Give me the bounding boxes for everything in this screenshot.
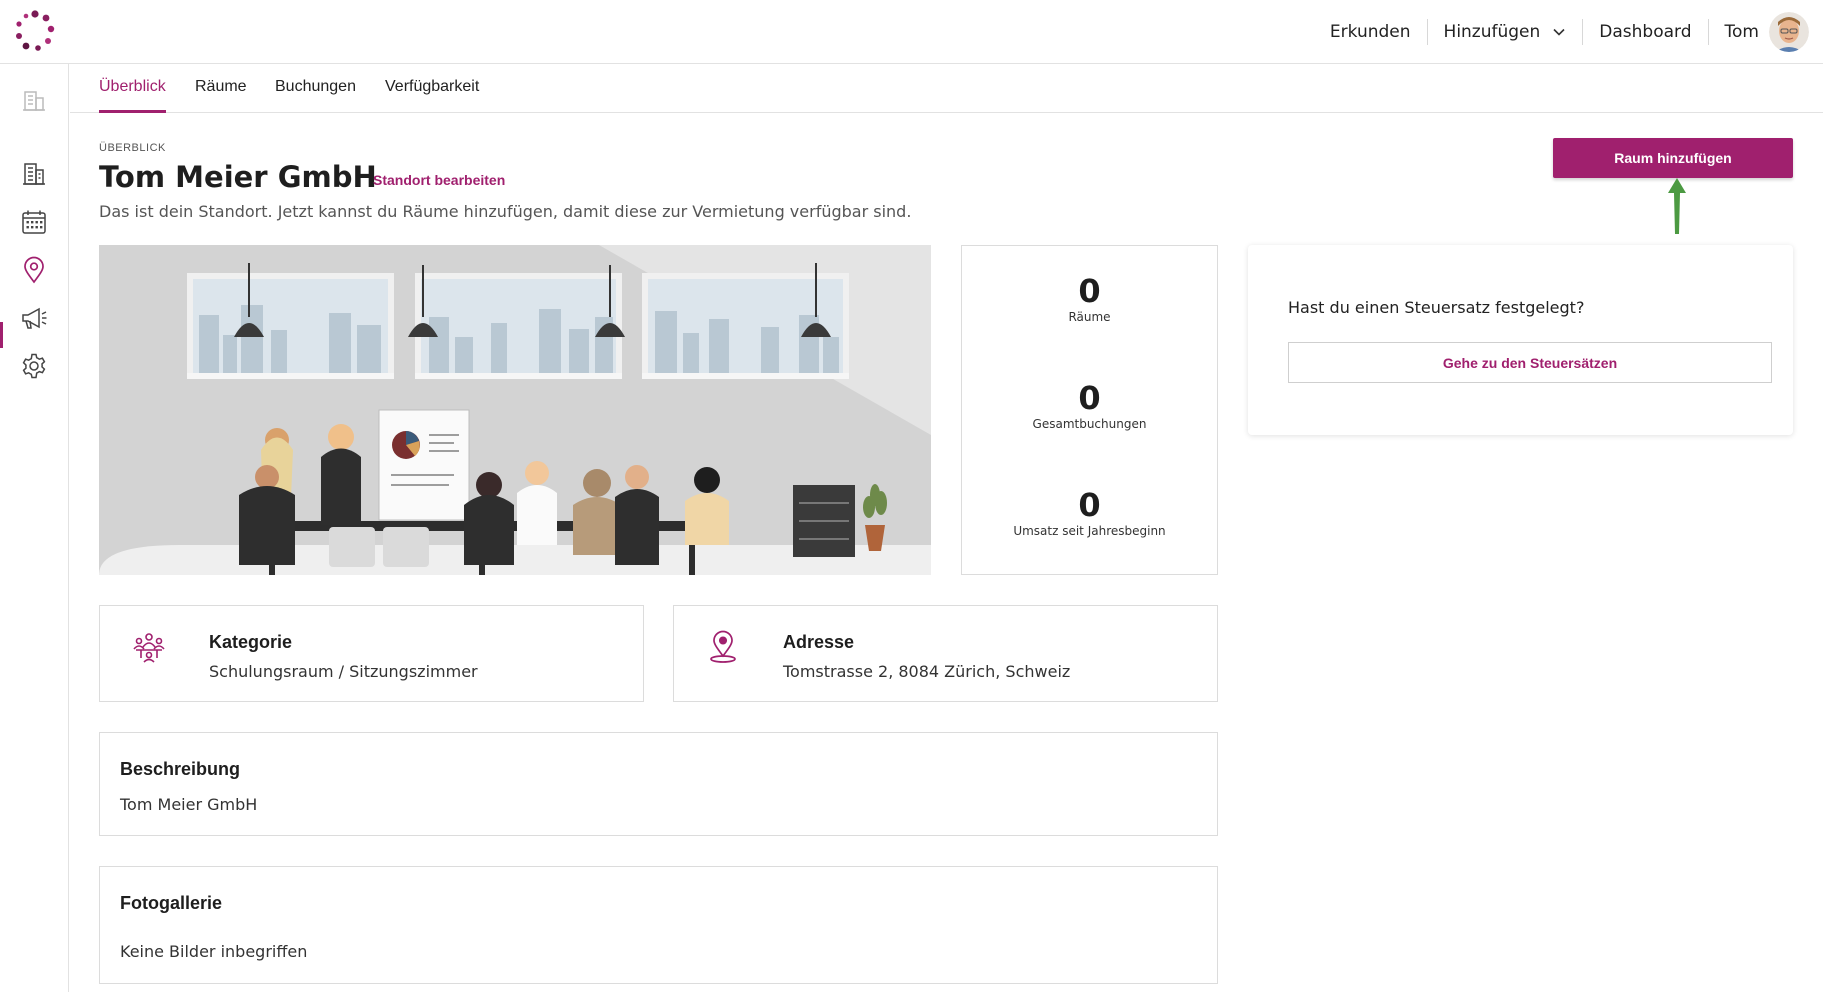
stat-label: Umsatz seit Jahresbeginn [1013,524,1166,538]
top-bar: Erkunden Hinzufügen Dashboard Tom [0,0,1823,64]
gallery-heading: Fotogallerie [120,893,223,913]
stat-rooms: 0 Räume [962,274,1217,324]
gear-icon[interactable] [20,352,48,380]
add-room-button[interactable]: Raum hinzufügen [1553,138,1793,178]
nav-add-dropdown[interactable]: Hinzufügen [1428,18,1584,45]
arrow-up-icon [1668,178,1686,234]
category-card: Kategorie Schulungsraum / Sitzungszimmer [99,605,644,702]
address-heading: Adresse [783,632,855,652]
meeting-people-icon [133,633,165,663]
stat-label: Gesamtbuchungen [1032,417,1147,431]
stats-panel: 0 Räume 0 Gesamtbuchungen 0 Umsatz seit … [961,245,1218,575]
sub-nav: Überblick Räume Buchungen Verfügbarkeit [70,64,1823,113]
stat-value: 0 [1078,272,1101,310]
tax-rate-card: Hast du einen Steuersatz festgelegt? Geh… [1248,245,1793,435]
address-card: Adresse Tomstrasse 2, 8084 Zürich, Schwe… [673,605,1218,702]
stat-revenue: 0 Umsatz seit Jahresbeginn [962,488,1217,538]
active-indicator [0,322,3,348]
nav-dashboard[interactable]: Dashboard [1583,18,1709,45]
sidebar [0,64,69,992]
tax-question: Hast du einen Steuersatz festgelegt? [1288,298,1585,317]
tab-bookings[interactable]: Buchungen [275,78,356,113]
tab-overview[interactable]: Überblick [99,78,166,113]
tab-rooms[interactable]: Räume [195,78,247,113]
page-subtitle: Das ist dein Standort. Jetzt kannst du R… [99,202,912,221]
location-pin-icon[interactable] [20,256,48,284]
meeting-illustration [99,245,931,575]
top-nav: Erkunden Hinzufügen Dashboard Tom [1314,0,1823,63]
address-value: Tomstrasse 2, 8084 Zürich, Schweiz [783,662,1071,681]
megaphone-icon[interactable] [20,304,48,332]
gallery-empty-text: Keine Bilder inbegriffen [120,942,308,961]
stat-label: Räume [1068,310,1111,324]
stat-bookings: 0 Gesamtbuchungen [962,381,1217,431]
calendar-icon[interactable] [20,208,48,236]
page-eyebrow: ÜBERBLICK [99,142,166,154]
building-icon[interactable] [20,86,48,114]
category-value: Schulungsraum / Sitzungszimmer [209,662,478,681]
description-card: Beschreibung Tom Meier GmbH [99,732,1218,836]
description-value: Tom Meier GmbH [120,795,258,814]
avatar[interactable] [1769,11,1809,52]
nav-explore[interactable]: Erkunden [1314,18,1428,45]
stat-value: 0 [1078,486,1101,524]
building-icon[interactable] [20,160,48,188]
nav-user[interactable]: Tom [1709,19,1769,45]
tab-availability[interactable]: Verfügbarkeit [385,78,479,113]
page-title: Tom Meier GmbH [99,160,377,194]
dotted-circle-logo[interactable] [12,8,58,54]
stat-value: 0 [1078,379,1101,417]
description-heading: Beschreibung [120,759,241,779]
location-pin-icon [710,630,736,663]
chevron-down-icon [1553,28,1565,36]
gallery-card: Fotogallerie Keine Bilder inbegriffen [99,866,1218,984]
category-heading: Kategorie [209,632,293,652]
go-to-tax-rates-button[interactable]: Gehe zu den Steuersätzen [1288,342,1772,383]
edit-location-link[interactable]: Standort bearbeiten [373,172,505,188]
